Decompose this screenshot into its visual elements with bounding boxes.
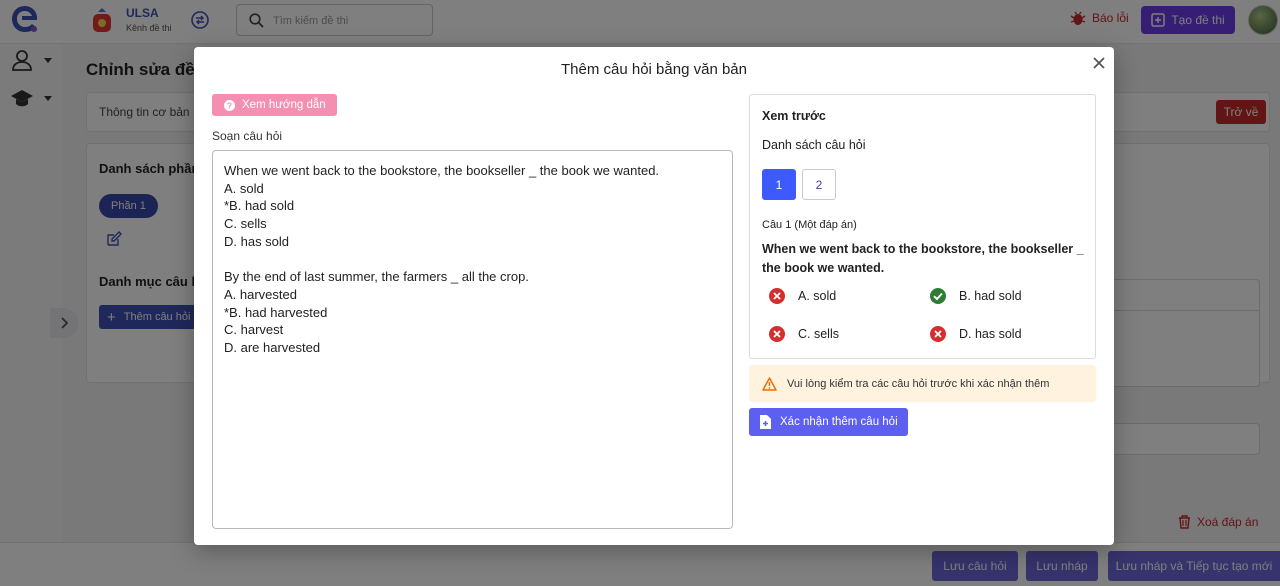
warning-alert: Vui lòng kiểm tra các câu hỏi trước khi … (749, 365, 1096, 402)
preview-panel: Xem trước Danh sách câu hỏi 1 2 Câu 1 (M… (749, 94, 1096, 359)
question-text: When we went back to the bookstore, the … (762, 242, 1084, 275)
answer-option: A. sold (769, 288, 836, 304)
editor-line: D. has sold (224, 233, 290, 249)
view-guide-button[interactable]: ? Xem hướng dẫn (212, 94, 337, 116)
answer-option: C. sells (769, 326, 839, 342)
wrong-icon (769, 326, 785, 342)
wrong-icon (769, 288, 785, 304)
modal-title: Thêm câu hỏi bằng văn bản (561, 61, 747, 78)
confirm-add-questions-button[interactable]: Xác nhận thêm câu hỏi (749, 408, 908, 436)
editor-line: A. harvested (224, 286, 297, 302)
compose-label: Soạn câu hỏi (212, 129, 283, 143)
editor-line: *B. had harvested (224, 304, 328, 320)
preview-title: Xem trước (762, 109, 826, 123)
answer-option-label: D. has sold (959, 327, 1022, 341)
editor-line: D. are harvested (224, 339, 321, 355)
correct-icon (930, 288, 946, 304)
close-icon[interactable] (1091, 55, 1107, 71)
editor-line: C. sells (224, 216, 267, 232)
editor-line: By the end of last summer, the farmers _… (224, 269, 529, 285)
answer-option-label: A. sold (798, 289, 837, 303)
editor-line: When we went back to the bookstore, the … (224, 163, 660, 178)
warning-icon (762, 376, 777, 391)
answer-option: B. had sold (930, 288, 1022, 304)
question-list-label: Danh sách câu hỏi (762, 138, 866, 152)
svg-text:?: ? (227, 100, 232, 110)
editor-line: A. sold (224, 180, 264, 196)
wrong-icon (930, 326, 946, 342)
answer-option-label: B. had sold (959, 289, 1022, 303)
add-question-text-modal: Thêm câu hỏi bằng văn bản ? Xem hướng dẫ… (194, 47, 1114, 545)
question-page-button[interactable]: 1 (762, 169, 796, 200)
editor-line: *B. had sold (224, 198, 295, 214)
question-meta: Câu 1 (Một đáp án) (762, 219, 857, 231)
confirm-add-questions-label: Xác nhận thêm câu hỏi (780, 416, 898, 428)
answer-option-label: C. sells (798, 327, 839, 341)
question-page-button[interactable]: 2 (802, 169, 836, 200)
question-text-editor[interactable]: When we went back to the bookstore, the … (212, 150, 733, 529)
file-add-icon (760, 415, 771, 429)
warning-text: Vui lòng kiểm tra các câu hỏi trước khi … (787, 377, 1050, 390)
help-icon: ? (224, 99, 235, 111)
editor-line: C. harvest (224, 322, 284, 338)
answer-option: D. has sold (930, 326, 1022, 342)
view-guide-label: Xem hướng dẫn (242, 99, 326, 111)
